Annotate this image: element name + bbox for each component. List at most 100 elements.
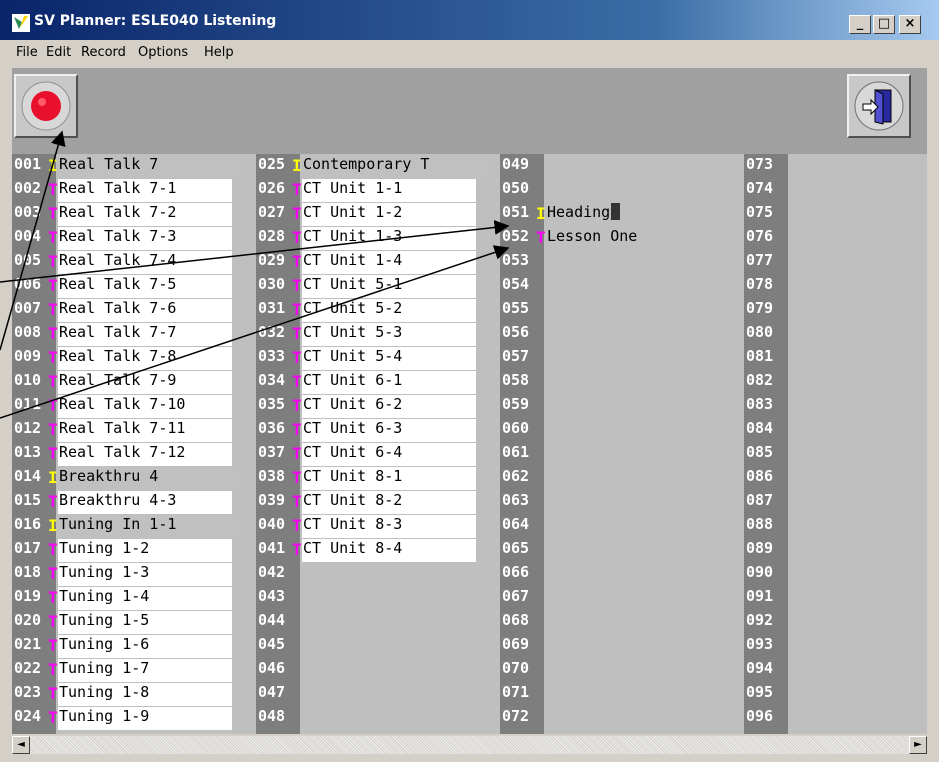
- row-entry[interactable]: Tuning In 1-1: [58, 515, 244, 538]
- grid-row[interactable]: 026 T CT Unit 1-1: [256, 179, 496, 202]
- grid-row[interactable]: 088: [744, 515, 927, 538]
- row-entry[interactable]: Real Talk 7-11: [58, 419, 232, 442]
- grid-row[interactable]: 057: [500, 347, 740, 370]
- row-entry[interactable]: CT Unit 1-3: [302, 227, 476, 250]
- grid-row[interactable]: 031 T CT Unit 5-2: [256, 299, 496, 322]
- row-entry[interactable]: CT Unit 5-1: [302, 275, 476, 298]
- row-entry[interactable]: Tuning 1-9: [58, 707, 232, 730]
- grid-row[interactable]: 090: [744, 563, 927, 586]
- grid-row[interactable]: 042: [256, 563, 496, 586]
- row-entry[interactable]: Real Talk 7: [58, 155, 244, 178]
- row-entry[interactable]: Tuning 1-7: [58, 659, 232, 682]
- row-entry[interactable]: Real Talk 7-8: [58, 347, 232, 370]
- scroll-left-button[interactable]: ◄: [12, 736, 30, 754]
- menu-edit[interactable]: Edit: [46, 45, 71, 60]
- grid-row[interactable]: 062: [500, 467, 740, 490]
- grid-row[interactable]: 093: [744, 635, 927, 658]
- grid-row[interactable]: 001 I Real Talk 7: [12, 155, 252, 178]
- row-entry[interactable]: Tuning 1-3: [58, 563, 232, 586]
- grid-row[interactable]: 011 T Real Talk 7-10: [12, 395, 252, 418]
- grid-row[interactable]: 081: [744, 347, 927, 370]
- row-entry[interactable]: CT Unit 1-1: [302, 179, 476, 202]
- grid-row[interactable]: 023 T Tuning 1-8: [12, 683, 252, 706]
- grid-row[interactable]: 005 T Real Talk 7-4: [12, 251, 252, 274]
- grid-row[interactable]: 003 T Real Talk 7-2: [12, 203, 252, 226]
- grid-row[interactable]: 067: [500, 587, 740, 610]
- grid-row[interactable]: 022 T Tuning 1-7: [12, 659, 252, 682]
- grid-row[interactable]: 044: [256, 611, 496, 634]
- grid-row[interactable]: 036 T CT Unit 6-3: [256, 419, 496, 442]
- grid-row[interactable]: 094: [744, 659, 927, 682]
- row-entry[interactable]: Real Talk 7-7: [58, 323, 232, 346]
- grid-row[interactable]: 056: [500, 323, 740, 346]
- grid-row[interactable]: 012 T Real Talk 7-11: [12, 419, 252, 442]
- grid-row[interactable]: 025 I Contemporary T: [256, 155, 496, 178]
- grid-row[interactable]: 052 T Lesson One: [500, 227, 740, 250]
- grid-row[interactable]: 061: [500, 443, 740, 466]
- exit-button[interactable]: [847, 74, 911, 138]
- maximize-button[interactable]: □: [873, 15, 895, 34]
- grid-row[interactable]: 063: [500, 491, 740, 514]
- row-entry[interactable]: CT Unit 8-4: [302, 539, 476, 562]
- grid-row[interactable]: 007 T Real Talk 7-6: [12, 299, 252, 322]
- grid-row[interactable]: 050: [500, 179, 740, 202]
- grid-row[interactable]: 013 T Real Talk 7-12: [12, 443, 252, 466]
- menu-options[interactable]: Options: [138, 45, 188, 60]
- row-entry[interactable]: CT Unit 5-3: [302, 323, 476, 346]
- row-entry[interactable]: Tuning 1-6: [58, 635, 232, 658]
- minimize-button[interactable]: _: [849, 15, 871, 34]
- grid-row[interactable]: 065: [500, 539, 740, 562]
- menu-file[interactable]: File: [16, 45, 38, 60]
- row-entry[interactable]: CT Unit 8-2: [302, 491, 476, 514]
- grid-row[interactable]: 096: [744, 707, 927, 730]
- grid-row[interactable]: 024 T Tuning 1-9: [12, 707, 252, 730]
- grid-row[interactable]: 043: [256, 587, 496, 610]
- grid-row[interactable]: 015 T Breakthru 4-3: [12, 491, 252, 514]
- row-entry[interactable]: Tuning 1-4: [58, 587, 232, 610]
- grid-row[interactable]: 095: [744, 683, 927, 706]
- grid-row[interactable]: 035 T CT Unit 6-2: [256, 395, 496, 418]
- grid-row[interactable]: 045: [256, 635, 496, 658]
- grid-row[interactable]: 014 I Breakthru 4: [12, 467, 252, 490]
- grid-row[interactable]: 073: [744, 155, 927, 178]
- grid-row[interactable]: 016 I Tuning In 1-1: [12, 515, 252, 538]
- row-entry[interactable]: CT Unit 8-3: [302, 515, 476, 538]
- record-button[interactable]: [14, 74, 78, 138]
- grid-row[interactable]: 039 T CT Unit 8-2: [256, 491, 496, 514]
- grid-row[interactable]: 091: [744, 587, 927, 610]
- grid-row[interactable]: 049: [500, 155, 740, 178]
- row-entry[interactable]: CT Unit 1-4: [302, 251, 476, 274]
- row-entry[interactable]: CT Unit 5-2: [302, 299, 476, 322]
- row-entry[interactable]: Real Talk 7-9: [58, 371, 232, 394]
- grid-row[interactable]: 066: [500, 563, 740, 586]
- grid-row[interactable]: 070: [500, 659, 740, 682]
- grid-row[interactable]: 034 T CT Unit 6-1: [256, 371, 496, 394]
- grid-row[interactable]: 060: [500, 419, 740, 442]
- grid-row[interactable]: 076: [744, 227, 927, 250]
- row-entry[interactable]: Real Talk 7-6: [58, 299, 232, 322]
- grid-row[interactable]: 028 T CT Unit 1-3: [256, 227, 496, 250]
- grid-row[interactable]: 046: [256, 659, 496, 682]
- grid-row[interactable]: 020 T Tuning 1-5: [12, 611, 252, 634]
- row-entry[interactable]: Tuning 1-5: [58, 611, 232, 634]
- grid-row[interactable]: 038 T CT Unit 8-1: [256, 467, 496, 490]
- grid-row[interactable]: 030 T CT Unit 5-1: [256, 275, 496, 298]
- row-entry[interactable]: Tuning 1-2: [58, 539, 232, 562]
- row-entry[interactable]: Breakthru 4-3: [58, 491, 232, 514]
- grid-row[interactable]: 006 T Real Talk 7-5: [12, 275, 252, 298]
- row-entry[interactable]: CT Unit 5-4: [302, 347, 476, 370]
- grid-row[interactable]: 092: [744, 611, 927, 634]
- horizontal-scrollbar[interactable]: ◄ ►: [12, 736, 927, 754]
- menu-record[interactable]: Record: [81, 45, 126, 60]
- grid-row[interactable]: 040 T CT Unit 8-3: [256, 515, 496, 538]
- grid-row[interactable]: 018 T Tuning 1-3: [12, 563, 252, 586]
- grid-row[interactable]: 029 T CT Unit 1-4: [256, 251, 496, 274]
- grid-row[interactable]: 083: [744, 395, 927, 418]
- grid-row[interactable]: 027 T CT Unit 1-2: [256, 203, 496, 226]
- grid-row[interactable]: 055: [500, 299, 740, 322]
- row-entry[interactable]: CT Unit 6-3: [302, 419, 476, 442]
- grid-row[interactable]: 084: [744, 419, 927, 442]
- row-entry[interactable]: Real Talk 7-1: [58, 179, 232, 202]
- grid-row[interactable]: 053: [500, 251, 740, 274]
- row-entry[interactable]: CT Unit 6-4: [302, 443, 476, 466]
